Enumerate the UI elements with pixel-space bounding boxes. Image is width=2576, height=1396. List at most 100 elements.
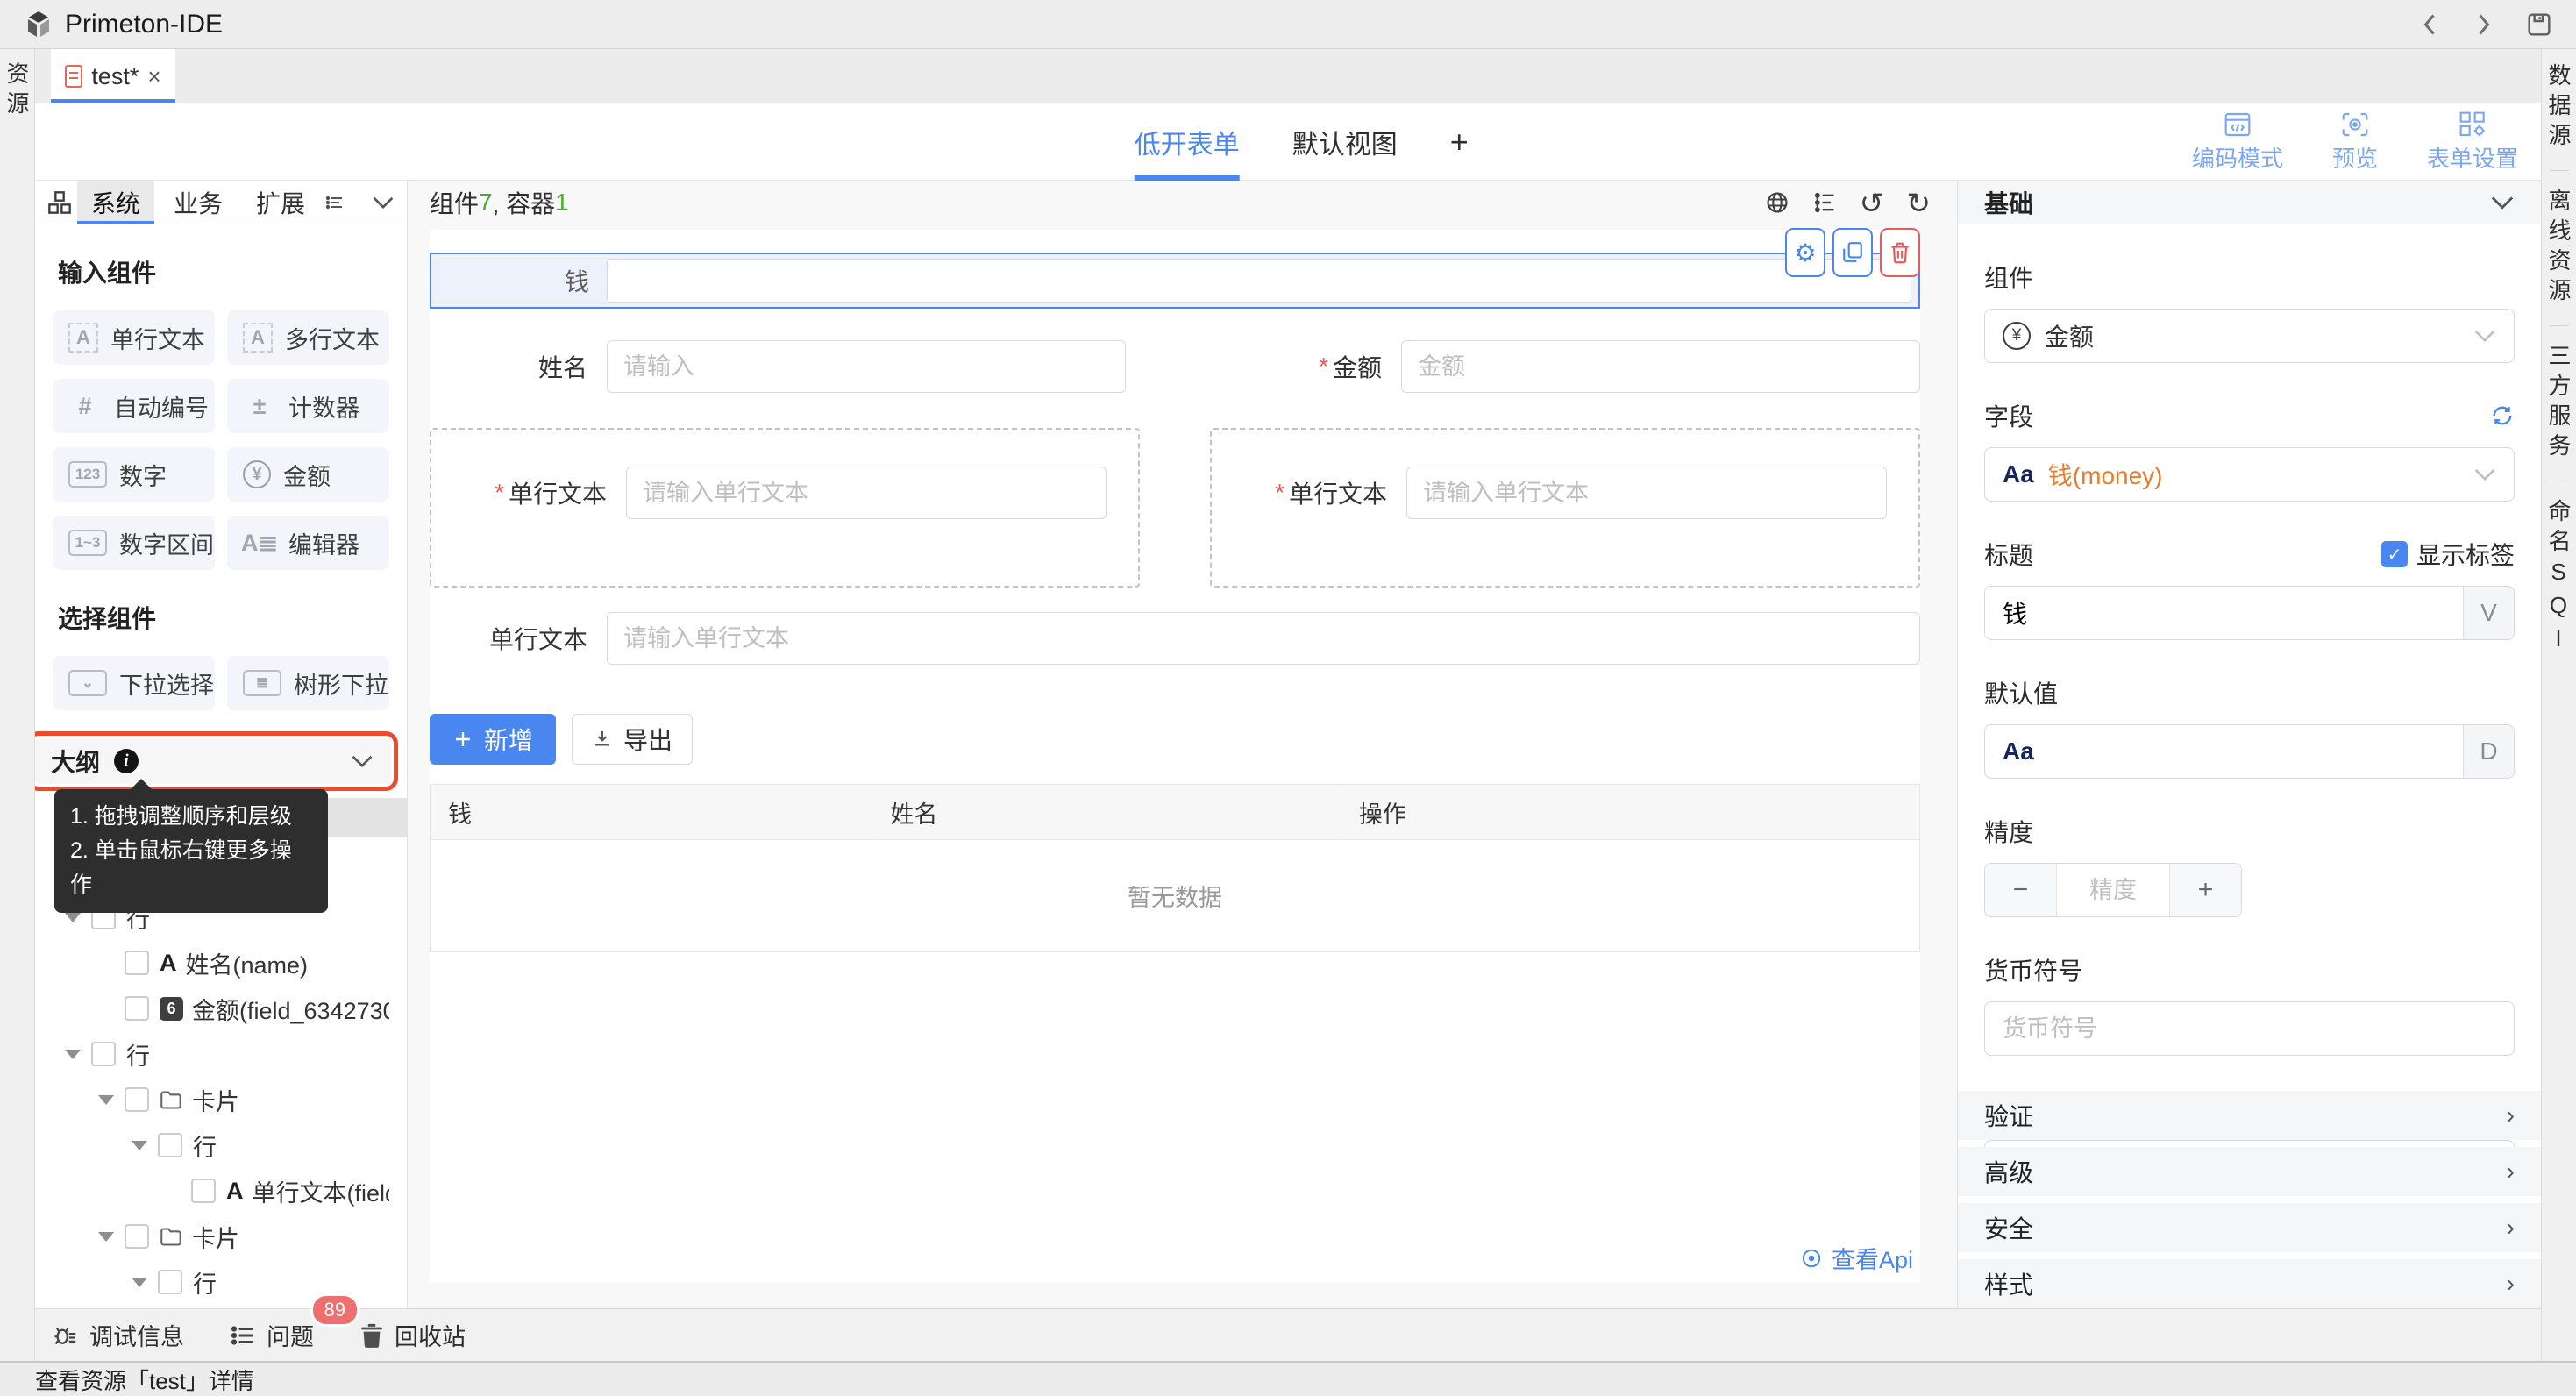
tree-checkbox[interactable] bbox=[158, 1133, 182, 1157]
palette-item-money[interactable]: ¥ 金额 bbox=[227, 447, 389, 502]
tree-checkbox[interactable] bbox=[91, 1042, 116, 1066]
card-container-2[interactable]: * 单行文本 bbox=[1210, 428, 1920, 588]
precision-increase-button[interactable]: + bbox=[2169, 864, 2241, 916]
export-button[interactable]: 导出 bbox=[572, 714, 693, 765]
name-field-input[interactable] bbox=[607, 340, 1126, 393]
code-mode-button[interactable]: 编码模式 bbox=[2192, 111, 2283, 174]
card1-text-field-input[interactable] bbox=[626, 467, 1107, 519]
column-header-money[interactable]: 钱 bbox=[431, 785, 872, 839]
palette-item-number[interactable]: 123 数字 bbox=[53, 447, 215, 502]
field-settings-button[interactable]: ⚙ bbox=[1785, 228, 1825, 277]
palette-item-editor[interactable]: A≣ 编辑器 bbox=[227, 516, 389, 570]
thirdparty-service-edge-tab[interactable]: 三方服务 bbox=[2543, 344, 2575, 463]
section-advanced[interactable]: 高级 › bbox=[1958, 1147, 2541, 1196]
column-header-actions[interactable]: 操作 bbox=[1341, 785, 1919, 839]
caret-down-icon[interactable] bbox=[98, 1095, 114, 1105]
component-library-icon[interactable] bbox=[47, 190, 72, 215]
tab-default-view[interactable]: 默认视图 bbox=[1292, 103, 1398, 181]
default-value-dynamic-button[interactable]: D bbox=[2463, 725, 2514, 778]
outline-header[interactable]: 大纲 i bbox=[35, 738, 391, 784]
caret-down-icon[interactable] bbox=[65, 913, 81, 922]
card1-text-field[interactable]: * 单行文本 bbox=[431, 467, 1107, 519]
field-binding-select[interactable]: Aa 钱(money) bbox=[1984, 447, 2515, 502]
form-settings-button[interactable]: 表单设置 bbox=[2427, 111, 2518, 174]
palette-list-icon[interactable] bbox=[324, 192, 345, 213]
tab-lowcode-form[interactable]: 低开表单 bbox=[1135, 103, 1240, 181]
palette-collapse-chevron-icon[interactable] bbox=[372, 195, 395, 210]
preview-button[interactable]: 预览 bbox=[2332, 111, 2378, 174]
recycle-bin-button[interactable]: 回收站 bbox=[359, 1318, 466, 1352]
tree-checkbox[interactable] bbox=[125, 1224, 149, 1249]
tree-row-singletext-field[interactable]: A 单行文本(field_391 bbox=[53, 1168, 389, 1214]
debug-info-button[interactable]: 调试信息 bbox=[53, 1318, 184, 1352]
tree-checkbox[interactable] bbox=[158, 1270, 182, 1294]
tree-row-row2[interactable]: 行 bbox=[53, 1031, 389, 1077]
tree-row-name-field[interactable]: A 姓名(name) bbox=[53, 940, 389, 986]
name-field[interactable]: 姓名 bbox=[430, 340, 1126, 393]
card2-text-field-input[interactable] bbox=[1406, 467, 1887, 519]
column-header-name[interactable]: 姓名 bbox=[872, 785, 1341, 839]
palette-item-auto-number[interactable]: # 自动编号 bbox=[53, 379, 215, 433]
money-field-input[interactable] bbox=[607, 259, 1911, 303]
card-container-1[interactable]: * 单行文本 bbox=[430, 428, 1140, 588]
tree-checkbox[interactable] bbox=[191, 1179, 216, 1203]
caret-down-icon[interactable] bbox=[132, 1141, 147, 1150]
inspector-collapse-chevron-icon[interactable] bbox=[2490, 195, 2515, 210]
single-text-field-input[interactable] bbox=[607, 612, 1920, 665]
palette-tab-business[interactable]: 业务 bbox=[160, 181, 237, 224]
section-security[interactable]: 安全 › bbox=[1958, 1203, 2541, 1252]
caret-down-icon[interactable] bbox=[98, 1232, 114, 1242]
selected-money-field[interactable]: 钱 ⚙ bbox=[430, 253, 1920, 309]
show-label-checkbox[interactable]: ✓ bbox=[2381, 541, 2408, 567]
tree-row-row3[interactable]: 行 bbox=[53, 1122, 389, 1168]
tree-checkbox[interactable] bbox=[125, 951, 149, 975]
add-view-button[interactable]: + bbox=[1450, 124, 1469, 160]
palette-tab-system[interactable]: 系统 bbox=[77, 181, 154, 224]
palette-item-multi-line-text[interactable]: A 多行文本 bbox=[227, 310, 389, 365]
add-row-button[interactable]: 新增 bbox=[430, 714, 556, 765]
back-icon[interactable] bbox=[2418, 11, 2441, 38]
info-icon[interactable]: i bbox=[114, 749, 139, 773]
amount-field[interactable]: * 金额 bbox=[1224, 340, 1920, 393]
palette-item-dropdown[interactable]: ⌄ 下拉选择 bbox=[53, 656, 215, 710]
precision-input[interactable] bbox=[2057, 864, 2169, 916]
component-type-select[interactable]: ¥ 金额 bbox=[1984, 309, 2515, 363]
tree-row-amount-field[interactable]: 6 金额(field_63427305) bbox=[53, 986, 389, 1031]
problems-button[interactable]: 问题 89 bbox=[230, 1318, 314, 1352]
tree-row-card2[interactable]: 卡片 bbox=[53, 1214, 389, 1259]
field-copy-button[interactable] bbox=[1832, 228, 1873, 277]
palette-item-number-range[interactable]: 1~3 数字区间 bbox=[53, 516, 215, 570]
redo-icon[interactable]: ↻ bbox=[1906, 186, 1931, 220]
refresh-field-icon[interactable] bbox=[2490, 403, 2515, 428]
undo-icon[interactable]: ↺ bbox=[1860, 186, 1884, 220]
named-sql-edge-tab[interactable]: 命名SQl bbox=[2543, 499, 2575, 659]
file-tab-test[interactable]: test* × bbox=[51, 49, 175, 103]
section-style[interactable]: 样式 › bbox=[1958, 1259, 2541, 1308]
field-delete-button[interactable] bbox=[1880, 228, 1920, 277]
close-tab-icon[interactable]: × bbox=[147, 63, 160, 90]
amount-field-input[interactable] bbox=[1401, 340, 1920, 393]
save-icon[interactable] bbox=[2525, 11, 2553, 39]
inspector-header[interactable]: 基础 bbox=[1958, 181, 2541, 224]
outline-tree-icon[interactable] bbox=[1812, 190, 1837, 215]
title-input[interactable] bbox=[1985, 587, 2463, 639]
offline-resource-edge-tab[interactable]: 离线资源 bbox=[2543, 189, 2575, 308]
card2-text-field[interactable]: * 单行文本 bbox=[1212, 467, 1887, 519]
view-api-link[interactable]: 查看Api bbox=[1800, 1241, 1913, 1275]
single-text-field[interactable]: 单行文本 bbox=[430, 612, 1920, 665]
section-validation[interactable]: 验证 › bbox=[1958, 1091, 2541, 1140]
palette-item-tree-dropdown[interactable]: ≣ 树形下拉 bbox=[227, 656, 389, 710]
currency-symbol-input[interactable] bbox=[1984, 1001, 2515, 1056]
resources-edge-tab[interactable]: 资源 bbox=[1, 61, 33, 121]
caret-down-icon[interactable] bbox=[132, 1278, 147, 1287]
forward-icon[interactable] bbox=[2473, 11, 2495, 38]
datasource-edge-tab[interactable]: 数据源 bbox=[2543, 63, 2575, 153]
caret-down-icon[interactable] bbox=[65, 1050, 81, 1059]
tree-checkbox[interactable] bbox=[125, 996, 149, 1021]
outline-collapse-chevron-icon[interactable] bbox=[351, 753, 374, 769]
palette-tab-extension[interactable]: 扩展 bbox=[242, 181, 319, 224]
title-variable-button[interactable]: V bbox=[2463, 587, 2514, 639]
tree-row-card1[interactable]: 卡片 bbox=[53, 1077, 389, 1122]
palette-item-single-line-text[interactable]: A 单行文本 bbox=[53, 310, 215, 365]
precision-decrease-button[interactable]: − bbox=[1985, 864, 2057, 916]
